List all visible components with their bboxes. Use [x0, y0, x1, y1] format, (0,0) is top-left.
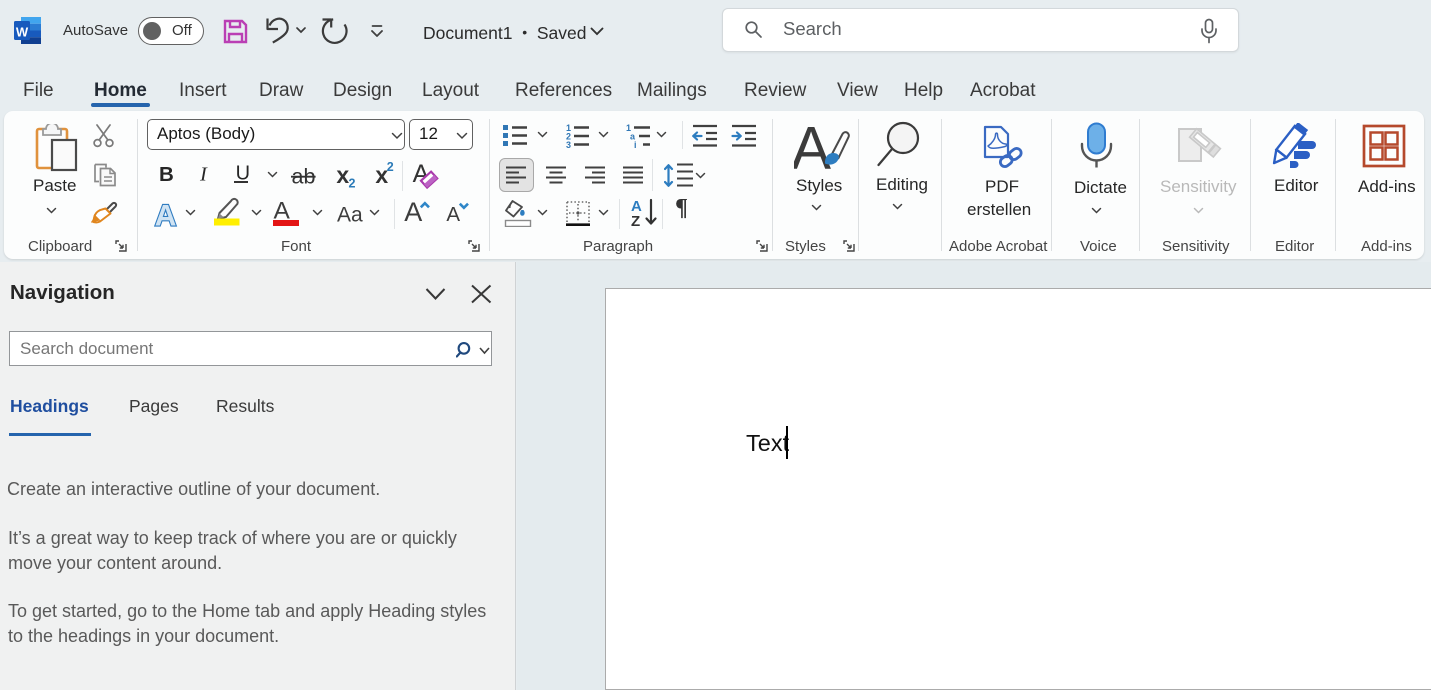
svg-text:2: 2: [349, 177, 356, 191]
svg-text:x: x: [336, 168, 349, 188]
svg-text:Z: Z: [631, 213, 640, 228]
svg-text:I: I: [199, 164, 208, 186]
svg-text:A: A: [155, 199, 177, 230]
svg-text:A: A: [794, 122, 831, 176]
svg-text:W: W: [16, 25, 29, 40]
svg-text:A: A: [404, 201, 422, 227]
svg-text:3: 3: [566, 140, 571, 148]
svg-text:i: i: [634, 140, 637, 148]
svg-text:B: B: [159, 163, 174, 186]
svg-text:Aa: Aa: [337, 204, 363, 227]
svg-text:A: A: [446, 203, 460, 226]
svg-text:2: 2: [387, 161, 394, 174]
